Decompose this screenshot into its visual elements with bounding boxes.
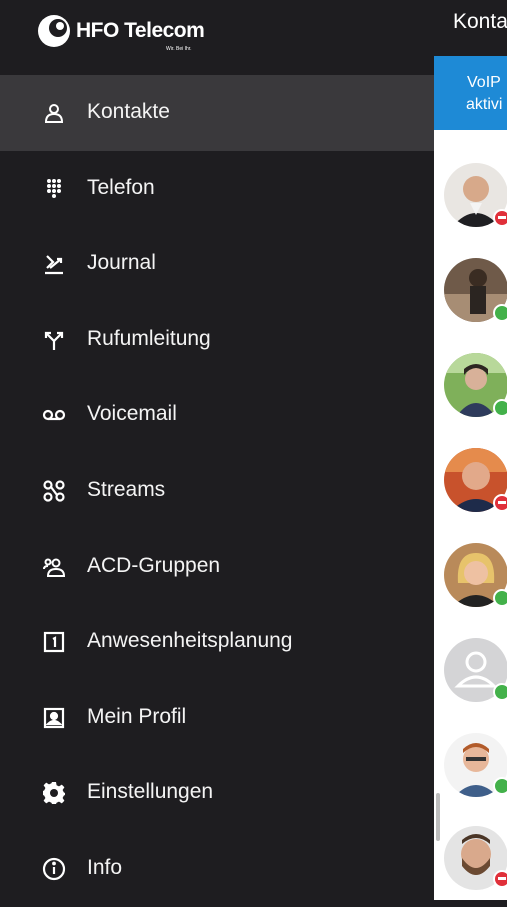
brand-tagline: Wir. Bei Ihr. <box>166 46 192 52</box>
menu-item-label: Voicemail <box>87 402 177 426</box>
menu-item-streams[interactable]: Streams <box>0 453 434 529</box>
status-badge <box>493 304 507 322</box>
contact-row[interactable] <box>434 245 507 339</box>
contact-row[interactable] <box>434 150 507 244</box>
calendar-icon <box>42 630 66 654</box>
menu-item-anwesenheitsplanung[interactable]: Anwesenheitsplanung <box>0 604 434 680</box>
menu-item-acd-gruppen[interactable]: ACD-Gruppen <box>0 529 434 605</box>
journal-icon <box>42 252 66 276</box>
menu-item-label: Einstellungen <box>87 780 214 804</box>
menu-item-label: Streams <box>87 477 166 501</box>
menu-item-einstellungen[interactable]: Einstellungen <box>0 755 434 831</box>
group-icon <box>42 555 66 579</box>
menu-item-rufumleitung[interactable]: Rufumleitung <box>0 302 434 378</box>
dialpad-icon <box>42 177 66 201</box>
menu-item-label: Mein Profil <box>87 704 187 728</box>
status-badge <box>493 399 507 417</box>
menu-item-journal[interactable]: Journal <box>0 226 434 302</box>
menu-item-label: Kontakte <box>87 100 170 123</box>
call-forward-icon <box>42 328 66 352</box>
voicemail-icon <box>42 403 66 427</box>
voip-banner-line2: aktivi <box>466 96 503 113</box>
brand-name: HFO Telecom <box>76 19 205 42</box>
status-badge <box>493 870 507 888</box>
menu-item-voicemail[interactable]: Voicemail <box>0 377 434 453</box>
contact-row[interactable] <box>434 813 507 900</box>
navigation-drawer: HFO Telecom Wir. Bei Ihr. Kontakte Telef… <box>0 0 434 900</box>
scrollbar-thumb[interactable] <box>436 793 440 841</box>
contact-row[interactable] <box>434 530 507 624</box>
menu-item-telefon[interactable]: Telefon <box>0 151 434 227</box>
contact-row[interactable] <box>434 435 507 529</box>
menu-item-mein-profil[interactable]: Mein Profil <box>0 680 434 756</box>
menu-item-label: Anwesenheitsplanung <box>87 629 293 653</box>
streams-icon <box>42 479 66 503</box>
status-badge <box>493 589 507 607</box>
menu-item-label: Info <box>87 855 123 879</box>
info-icon <box>42 857 66 881</box>
contact-row[interactable] <box>434 340 507 434</box>
contact-row[interactable] <box>434 625 507 719</box>
brand-logo: HFO Telecom Wir. Bei Ihr. <box>36 13 205 55</box>
status-badge <box>493 777 507 795</box>
menu-item-label: ACD-Gruppen <box>87 553 221 577</box>
menu-item-label: Telefon <box>87 175 155 199</box>
menu-item-kontakte[interactable]: Kontakte <box>0 75 434 151</box>
logo-mark-icon <box>38 15 70 47</box>
voip-banner[interactable]: VoIP aktivi <box>434 56 507 130</box>
menu-item-info[interactable]: Info <box>0 831 434 907</box>
contacts-header: Kontakte <box>434 0 507 56</box>
status-badge <box>493 683 507 701</box>
status-badge <box>493 209 507 227</box>
drawer-menu: Kontakte Telefon Journal Rufumleitung Vo… <box>0 75 434 907</box>
gear-icon <box>42 781 66 805</box>
voip-banner-line1: VoIP <box>467 74 501 91</box>
menu-item-label: Rufumleitung <box>87 326 211 350</box>
contact-row[interactable] <box>434 720 507 814</box>
profile-icon <box>42 706 66 730</box>
status-badge <box>493 494 507 512</box>
contacts-screen: Kontakte VoIP aktivi <box>434 0 507 900</box>
contacts-title: Kontakte <box>453 10 507 33</box>
menu-item-label: Journal <box>87 251 156 275</box>
person-icon <box>42 101 66 125</box>
